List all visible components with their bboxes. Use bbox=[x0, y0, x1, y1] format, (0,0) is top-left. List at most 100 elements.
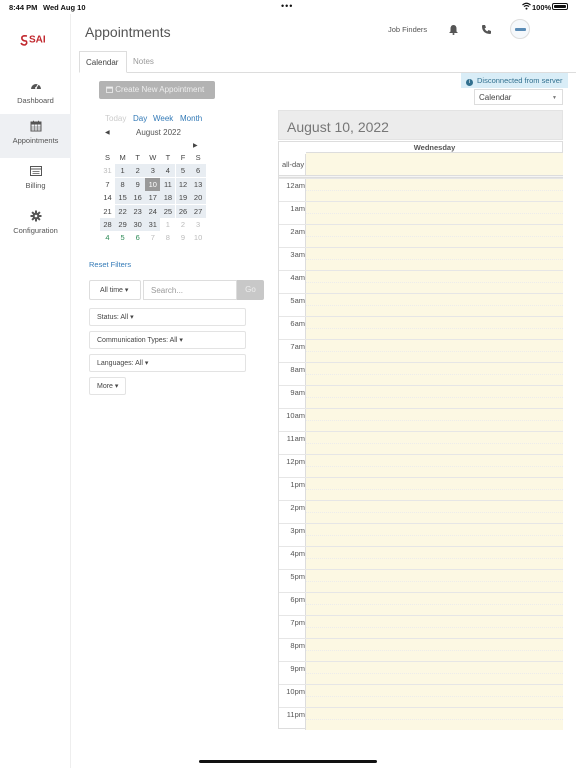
communication-filter-dropdown[interactable]: Communication Types: All ▾ bbox=[89, 331, 246, 349]
hour-label: 11am bbox=[286, 434, 305, 443]
view-select[interactable]: Calendar ▼ bbox=[474, 89, 563, 105]
mini-calendar-day[interactable]: 4 bbox=[160, 164, 176, 178]
mini-calendar-day[interactable]: 6 bbox=[190, 164, 206, 178]
hour-slot[interactable]: 11pm bbox=[279, 707, 563, 730]
mini-calendar-day[interactable]: 1 bbox=[115, 164, 131, 178]
hour-slot[interactable]: 2pm bbox=[279, 500, 563, 523]
prev-month-icon[interactable]: ◀ bbox=[105, 129, 110, 136]
hour-slot[interactable]: 2am bbox=[279, 224, 563, 247]
mini-calendar-day[interactable]: 21 bbox=[100, 205, 115, 218]
sidebar-item-configuration[interactable]: Configuration bbox=[0, 204, 71, 248]
sidebar-item-appointments[interactable]: Appointments bbox=[0, 114, 71, 158]
languages-filter-dropdown[interactable]: Languages: All ▾ bbox=[89, 354, 246, 372]
mini-today-button[interactable]: Today bbox=[105, 114, 126, 123]
mini-calendar-day[interactable]: 4 bbox=[100, 231, 115, 244]
sidebar-item-dashboard[interactable]: Dashboard bbox=[0, 74, 71, 118]
mini-calendar-day[interactable]: 28 bbox=[100, 217, 115, 231]
hour-slot[interactable]: 5pm bbox=[279, 569, 563, 592]
mini-calendar-day[interactable]: 9 bbox=[176, 231, 191, 244]
mini-calendar-day[interactable]: 6 bbox=[130, 231, 145, 244]
sidebar-item-billing[interactable]: Billing bbox=[0, 159, 71, 203]
week-row: 4 5 6 7 8 9 10 bbox=[100, 231, 206, 244]
half-hour-line bbox=[306, 259, 563, 260]
hour-slot[interactable]: 12pm bbox=[279, 454, 563, 477]
mini-calendar-day[interactable]: 26 bbox=[175, 204, 191, 218]
mini-month-button[interactable]: Month bbox=[180, 114, 202, 123]
mini-calendar-day[interactable]: 12 bbox=[175, 177, 191, 191]
hour-slot[interactable]: 3am bbox=[279, 247, 563, 270]
mini-calendar-day[interactable]: 10 bbox=[145, 177, 161, 191]
mini-calendar-day[interactable]: 7 bbox=[145, 231, 160, 244]
next-month-icon[interactable]: ▶ bbox=[193, 142, 198, 149]
mini-calendar-day[interactable]: 1 bbox=[160, 218, 175, 231]
mini-day-button[interactable]: Day bbox=[133, 114, 147, 123]
mini-calendar-day[interactable]: 23 bbox=[130, 204, 146, 218]
status-filter-dropdown[interactable]: Status: All ▾ bbox=[89, 308, 246, 326]
hour-slot[interactable]: 7pm bbox=[279, 615, 563, 638]
hour-slot[interactable]: 10pm bbox=[279, 684, 563, 707]
mini-calendar-day[interactable]: 11 bbox=[160, 177, 176, 191]
hour-slot[interactable]: 5am bbox=[279, 293, 563, 316]
allday-slot[interactable] bbox=[306, 153, 563, 176]
bell-icon[interactable] bbox=[448, 24, 459, 35]
mini-calendar-day[interactable]: 8 bbox=[160, 231, 175, 244]
mini-calendar-day[interactable]: 16 bbox=[130, 191, 146, 205]
mini-calendar-day[interactable]: 5 bbox=[115, 231, 130, 244]
mini-calendar-day[interactable]: 18 bbox=[160, 191, 176, 205]
phone-icon[interactable] bbox=[481, 24, 492, 35]
reset-filters-link[interactable]: Reset Filters bbox=[89, 260, 131, 269]
hour-slot[interactable]: 11am bbox=[279, 431, 563, 454]
tab-notes[interactable]: Notes bbox=[127, 51, 167, 73]
hour-slot[interactable]: 7am bbox=[279, 339, 563, 362]
tab-calendar[interactable]: Calendar bbox=[79, 51, 127, 73]
user-avatar[interactable] bbox=[510, 19, 530, 39]
mini-calendar-day[interactable]: 29 bbox=[115, 217, 131, 231]
hour-slot[interactable]: 1am bbox=[279, 201, 563, 224]
mini-calendar-day[interactable]: 31 bbox=[100, 164, 115, 177]
hour-slot[interactable]: 8am bbox=[279, 362, 563, 385]
hour-label: 8am bbox=[290, 365, 305, 374]
hour-label: 5pm bbox=[290, 572, 305, 581]
mini-calendar-day[interactable]: 27 bbox=[190, 204, 206, 218]
hour-slot[interactable]: 9am bbox=[279, 385, 563, 408]
search-input[interactable]: Search... bbox=[143, 280, 237, 300]
mini-calendar-day[interactable]: 10 bbox=[191, 231, 206, 244]
mini-calendar-day[interactable]: 17 bbox=[145, 191, 161, 205]
mini-calendar-day[interactable]: 7 bbox=[100, 178, 115, 191]
mini-calendar-day[interactable]: 9 bbox=[130, 177, 146, 191]
mini-calendar-day[interactable]: 14 bbox=[100, 191, 115, 204]
hour-slot[interactable]: 4am bbox=[279, 270, 563, 293]
mini-calendar-day[interactable]: 2 bbox=[130, 164, 146, 178]
hour-label: 10am bbox=[286, 411, 305, 420]
hour-slot[interactable]: 9pm bbox=[279, 661, 563, 684]
mini-calendar-day[interactable]: 15 bbox=[115, 191, 131, 205]
hour-slot[interactable]: 6pm bbox=[279, 592, 563, 615]
mini-calendar-day[interactable]: 13 bbox=[190, 177, 206, 191]
hour-slot[interactable]: 6am bbox=[279, 316, 563, 339]
mini-calendar-day[interactable]: 25 bbox=[160, 204, 176, 218]
company-name[interactable]: Job Finders bbox=[388, 25, 427, 34]
hour-slot[interactable]: 10am bbox=[279, 408, 563, 431]
mini-week-button[interactable]: Week bbox=[153, 114, 173, 123]
mini-calendar-day[interactable]: 3 bbox=[191, 218, 206, 231]
time-filter-dropdown[interactable]: All time ▾ bbox=[89, 280, 141, 300]
mini-calendar-day[interactable]: 24 bbox=[145, 204, 161, 218]
hour-slot[interactable]: 8pm bbox=[279, 638, 563, 661]
mini-calendar-day[interactable]: 2 bbox=[176, 218, 191, 231]
mini-calendar-day[interactable]: 8 bbox=[115, 177, 131, 191]
mini-calendar-day[interactable]: 5 bbox=[175, 164, 191, 178]
mini-calendar-day[interactable]: 20 bbox=[190, 191, 206, 205]
mini-calendar-day[interactable]: 3 bbox=[145, 164, 161, 178]
create-appointment-button[interactable]: Create New Appointment bbox=[99, 81, 215, 99]
mini-calendar-day[interactable]: 30 bbox=[130, 217, 146, 231]
hour-slot[interactable]: 4pm bbox=[279, 546, 563, 569]
more-filters-button[interactable]: More ▾ bbox=[89, 377, 126, 395]
mini-calendar-day[interactable]: 22 bbox=[115, 204, 131, 218]
mini-calendar-day[interactable]: 31 bbox=[145, 217, 161, 231]
mini-calendar-day[interactable]: 19 bbox=[175, 191, 191, 205]
hour-slot[interactable]: 3pm bbox=[279, 523, 563, 546]
go-button[interactable]: Go bbox=[237, 280, 264, 300]
hour-slot[interactable]: 1pm bbox=[279, 477, 563, 500]
hour-slot[interactable]: 12am bbox=[279, 178, 563, 201]
multitask-dots[interactable]: ••• bbox=[281, 1, 293, 11]
